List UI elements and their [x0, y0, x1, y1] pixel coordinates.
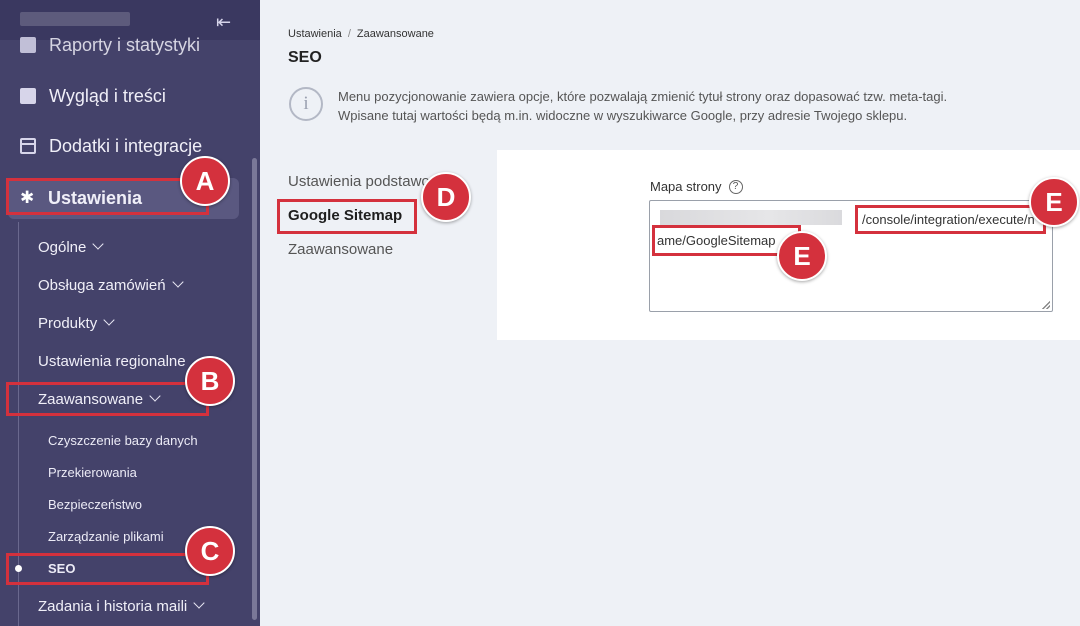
redacted-domain	[660, 210, 842, 225]
chevron-down-icon	[92, 238, 105, 250]
breadcrumb-settings[interactable]: Ustawienia	[288, 28, 342, 40]
annotation-badge-a: A	[180, 156, 230, 206]
annotation-badge-d: D	[421, 172, 471, 222]
sidebar-subitem-products[interactable]: Produkty	[38, 312, 115, 334]
store-logo	[20, 12, 130, 26]
annotation-badge-c: C	[185, 526, 235, 576]
breadcrumb: Ustawienia / Zaawansowane	[288, 28, 434, 40]
sidebar-item-label: Wygląd i treści	[49, 85, 166, 106]
sidebar-item-label: Raporty i statystyki	[49, 34, 201, 55]
subitem-label: Bezpieczeństwo	[48, 496, 142, 512]
image-icon	[20, 88, 36, 104]
subitem-label: Ogólne	[38, 238, 87, 256]
resize-handle-icon[interactable]	[1042, 301, 1050, 309]
chevron-down-icon	[193, 597, 205, 609]
subitem-label: Produkty	[38, 314, 98, 332]
sidebar-advanced-db-cleanup[interactable]: Czyszczenie bazy danych	[48, 430, 198, 450]
subitem-label: Ustawienia regionalne	[38, 352, 186, 370]
sidebar-item-appearance[interactable]: Wygląd i treści	[20, 81, 166, 111]
highlight-box-e1	[855, 205, 1046, 234]
help-icon[interactable]: ?	[728, 179, 743, 194]
collapse-sidebar-icon[interactable]: ⇤	[216, 12, 240, 32]
tab-advanced[interactable]: Zaawansowane	[288, 241, 393, 258]
info-text: Menu pozycjonowanie zawiera opcje, które…	[338, 87, 947, 125]
sidebar-item-label: Dodatki i integracje	[49, 135, 203, 156]
subitem-label: Zadania i historia maili	[38, 597, 188, 615]
sidebar-advanced-security[interactable]: Bezpieczeństwo	[48, 494, 142, 514]
sidebar-advanced-redirects[interactable]: Przekierowania	[48, 462, 137, 482]
subitem-label: Zarządzanie plikami	[48, 528, 164, 544]
subitem-label: Obsługa zamówień	[38, 276, 166, 294]
info-line: Wpisane tutaj wartości będą m.in. widocz…	[338, 108, 908, 123]
highlight-box-a	[6, 178, 209, 215]
breadcrumb-separator: /	[347, 28, 351, 40]
chevron-down-icon	[171, 276, 184, 288]
highlight-box-d	[277, 199, 417, 234]
sidebar-subitem-orders[interactable]: Obsługa zamówień	[38, 274, 184, 296]
sidebar-advanced-files[interactable]: Zarządzanie plikami	[48, 526, 164, 546]
chevron-down-icon	[103, 314, 115, 326]
field-label-text: Mapa strony	[650, 179, 722, 194]
info-icon: i	[289, 87, 323, 121]
sidebar-scrollbar[interactable]	[252, 158, 257, 620]
subitem-label: Przekierowania	[48, 464, 137, 480]
sidebar-subitem-general[interactable]: Ogólne	[38, 236, 105, 258]
main-content: Ustawienia / Zaawansowane SEO i Menu pozyc…	[260, 0, 1080, 626]
highlight-box-c	[6, 553, 209, 585]
annotation-badge-b: B	[185, 356, 235, 406]
reports-icon	[20, 37, 36, 53]
highlight-box-b	[6, 382, 209, 416]
annotation-badge-e2: E	[777, 231, 827, 281]
sidebar-item-reports[interactable]: Raporty i statystyki	[20, 30, 200, 60]
window-icon	[20, 138, 36, 154]
info-line: Menu pozycjonowanie zawiera opcje, które…	[338, 89, 948, 104]
sidebar-subitem-tasks[interactable]: Zadania i historia maili	[38, 595, 205, 617]
sitemap-field-label: Mapa strony ?	[650, 179, 743, 194]
page-title: SEO	[288, 49, 322, 66]
sidebar-subitem-regional[interactable]: Ustawienia regionalne	[38, 350, 186, 372]
annotation-badge-e1: E	[1029, 177, 1079, 227]
breadcrumb-advanced[interactable]: Zaawansowane	[357, 28, 434, 40]
sidebar-item-addons[interactable]: Dodatki i integracje	[20, 131, 202, 161]
subitem-label: Czyszczenie bazy danych	[48, 432, 198, 448]
